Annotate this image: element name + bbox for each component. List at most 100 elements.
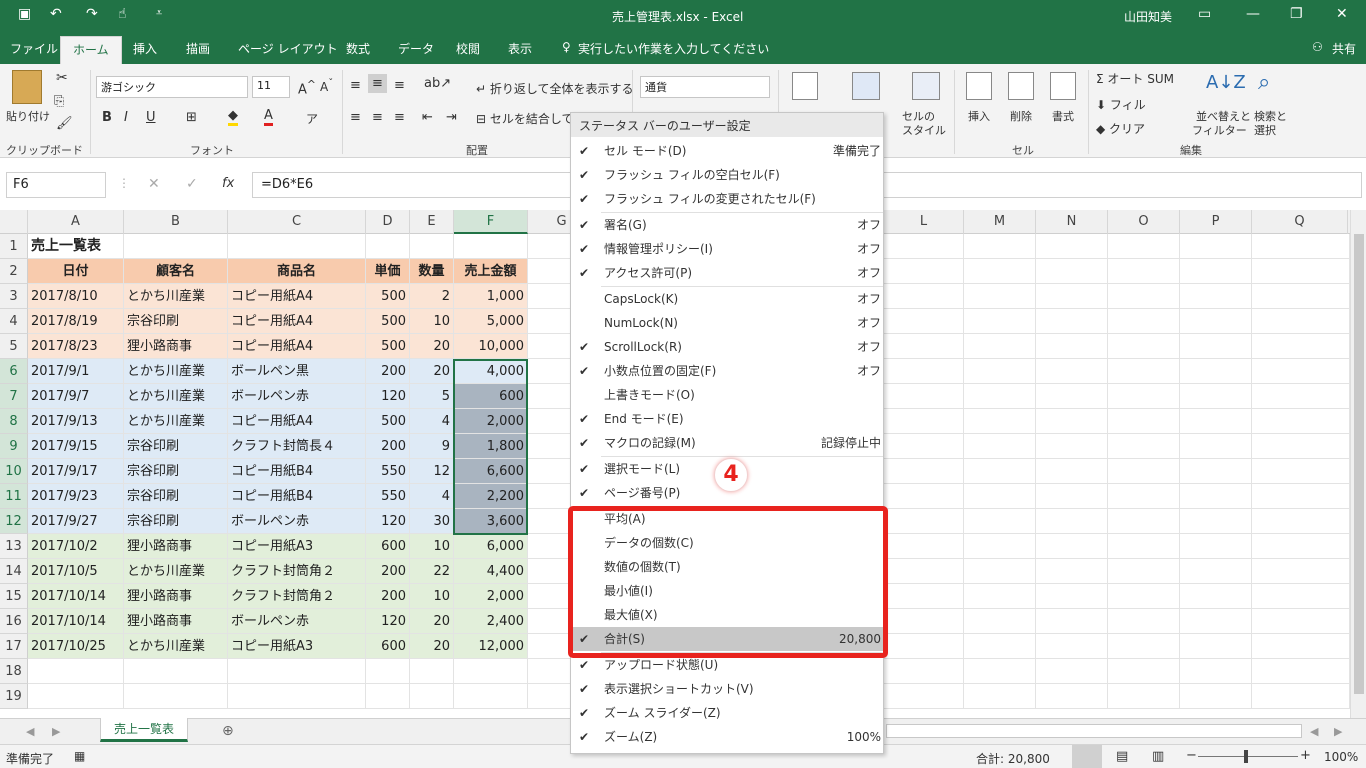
row-header[interactable]: 10 (0, 459, 28, 484)
insert-cells-icon[interactable] (966, 72, 992, 100)
cell[interactable] (1036, 309, 1108, 334)
cell[interactable] (964, 334, 1036, 359)
cell[interactable]: 120 (366, 609, 410, 634)
cell[interactable]: 22 (410, 559, 454, 584)
next-sheet-icon[interactable]: ▶ (52, 725, 60, 738)
cell[interactable] (884, 659, 964, 684)
cell[interactable]: 10 (410, 584, 454, 609)
cell[interactable]: 2017/9/1 (28, 359, 124, 384)
cell[interactable]: クラフト封筒長４ (228, 434, 366, 459)
cell[interactable] (964, 509, 1036, 534)
cell[interactable] (1252, 684, 1350, 709)
cell[interactable] (1036, 359, 1108, 384)
cell[interactable] (884, 534, 964, 559)
cell[interactable]: 2017/10/14 (28, 609, 124, 634)
customize-qat-icon[interactable]: ⩡ (156, 6, 162, 20)
cell[interactable]: 2017/8/23 (28, 334, 124, 359)
menu-item[interactable]: ✔ アクセス許可(P) オフ (571, 261, 883, 285)
page-layout-view-icon[interactable]: ▤ (1116, 749, 1128, 764)
cell[interactable] (1180, 284, 1252, 309)
maximize-icon[interactable]: ❐ (1290, 6, 1303, 22)
cell[interactable]: とかち川産業 (124, 409, 228, 434)
cell[interactable] (1108, 409, 1180, 434)
clear-button[interactable]: ◆ クリア (1096, 120, 1145, 137)
tab-review[interactable]: 校閲 (456, 40, 480, 57)
font-color-icon[interactable]: A (264, 108, 273, 126)
menu-item[interactable]: ✔ 小数点位置の固定(F) オフ (571, 359, 883, 383)
cell[interactable]: 日付 (28, 259, 124, 284)
cell[interactable]: 500 (366, 309, 410, 334)
row-header[interactable]: 19 (0, 684, 28, 709)
cell[interactable] (1180, 534, 1252, 559)
wrap-text-button[interactable]: ↵ 折り返して全体を表示する (476, 80, 634, 97)
cell[interactable] (410, 234, 454, 259)
cell[interactable]: とかち川産業 (124, 559, 228, 584)
cell[interactable]: 2017/9/17 (28, 459, 124, 484)
cell[interactable] (1180, 509, 1252, 534)
cell[interactable] (884, 259, 964, 284)
cell[interactable]: 売上一覧表 (28, 234, 124, 259)
cell[interactable]: 20 (410, 359, 454, 384)
cell[interactable] (1108, 309, 1180, 334)
cell[interactable]: 500 (366, 284, 410, 309)
tell-me-search[interactable]: 実行したい作業を入力してください (578, 40, 769, 57)
menu-item[interactable]: 上書きモード(O) (571, 383, 883, 407)
menu-item[interactable]: ✔ 情報管理ポリシー(I) オフ (571, 237, 883, 261)
cell[interactable] (1180, 234, 1252, 259)
phonetic-icon[interactable]: ア (306, 110, 318, 127)
row-header[interactable]: 16 (0, 609, 28, 634)
cell[interactable] (884, 509, 964, 534)
cell[interactable] (1252, 359, 1350, 384)
tab-home[interactable]: ホーム (60, 36, 122, 64)
cancel-icon[interactable]: ✕ (148, 176, 160, 192)
cell[interactable] (1180, 259, 1252, 284)
cell[interactable]: ボールペン赤 (228, 609, 366, 634)
cell[interactable]: 2017/9/7 (28, 384, 124, 409)
row-header[interactable]: 14 (0, 559, 28, 584)
cell[interactable] (884, 309, 964, 334)
cell[interactable] (964, 409, 1036, 434)
cell[interactable]: 単価 (366, 259, 410, 284)
cell[interactable]: 20 (410, 634, 454, 659)
cell[interactable]: 10 (410, 534, 454, 559)
cell[interactable]: 500 (366, 409, 410, 434)
sort-filter-button-2[interactable]: フィルター (1192, 122, 1247, 138)
cell[interactable] (1252, 634, 1350, 659)
cell[interactable] (228, 234, 366, 259)
cell[interactable] (964, 684, 1036, 709)
cell[interactable]: 500 (366, 334, 410, 359)
cell[interactable] (1036, 259, 1108, 284)
cell[interactable] (1108, 284, 1180, 309)
cell[interactable] (1108, 609, 1180, 634)
cell[interactable] (964, 559, 1036, 584)
cell-styles-icon[interactable] (912, 72, 940, 100)
cell[interactable] (124, 659, 228, 684)
cell[interactable] (228, 659, 366, 684)
cell[interactable] (1180, 484, 1252, 509)
cell[interactable] (124, 234, 228, 259)
tab-data[interactable]: データ (398, 40, 434, 57)
cell[interactable]: 6,000 (454, 534, 528, 559)
cell[interactable] (1108, 234, 1180, 259)
cell[interactable]: 顧客名 (124, 259, 228, 284)
row-header[interactable]: 11 (0, 484, 28, 509)
cell[interactable] (964, 284, 1036, 309)
cell[interactable]: 狸小路商事 (124, 609, 228, 634)
cell[interactable] (964, 609, 1036, 634)
cell[interactable] (1180, 309, 1252, 334)
undo-icon[interactable]: ↶ (50, 6, 62, 22)
cell[interactable]: 2017/10/14 (28, 584, 124, 609)
cell[interactable] (1252, 384, 1350, 409)
cell[interactable]: 2017/8/10 (28, 284, 124, 309)
cell[interactable]: 2017/9/15 (28, 434, 124, 459)
cell[interactable]: コピー用紙A4 (228, 309, 366, 334)
format-painter-icon[interactable]: 🖌 (56, 116, 73, 131)
cell[interactable] (410, 659, 454, 684)
row-header[interactable]: 13 (0, 534, 28, 559)
cell[interactable] (1036, 634, 1108, 659)
enter-icon[interactable]: ✓ (186, 176, 198, 192)
decrease-font-icon[interactable]: Aˇ (320, 78, 333, 94)
cell[interactable] (1252, 284, 1350, 309)
format-button[interactable]: 書式 (1052, 108, 1074, 124)
cell[interactable] (964, 309, 1036, 334)
